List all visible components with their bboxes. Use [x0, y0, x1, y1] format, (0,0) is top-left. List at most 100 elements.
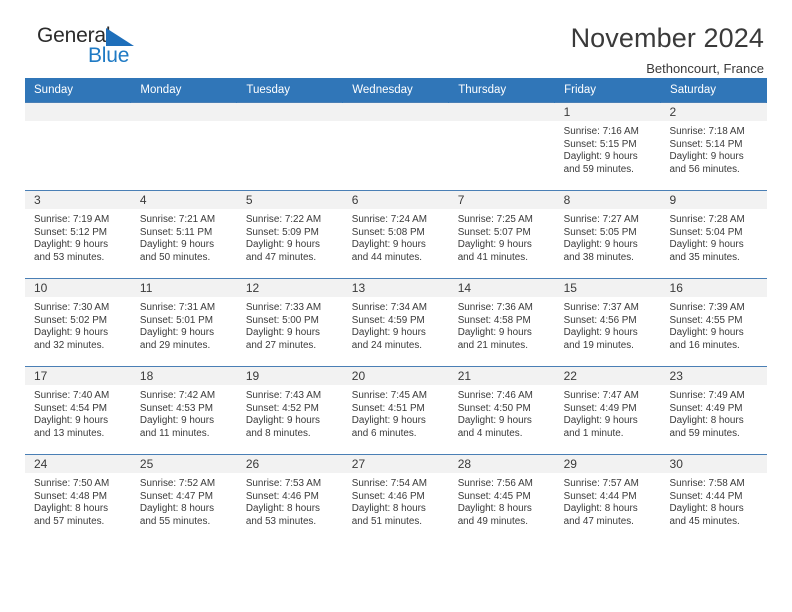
day-number: 16 — [660, 279, 767, 297]
day-number: 18 — [130, 367, 237, 385]
calendar-day-cell[interactable]: 6 Sunrise: 7:24 AM Sunset: 5:08 PM Daylight… — [342, 190, 449, 279]
calendar-day-cell[interactable]: 19 Sunrise: 7:43 AM Sunset: 4:52 PM Dayligh… — [236, 366, 343, 455]
day-cell-content — [236, 103, 343, 190]
calendar-day-cell[interactable]: 30 Sunrise: 7:58 AM Sunset: 4:44 PM Dayligh… — [660, 454, 767, 543]
day-sun-info: Sunrise: 7:28 AM Sunset: 5:04 PM Daylight:… — [661, 209, 767, 264]
calendar-day-cell[interactable]: 8 Sunrise: 7:27 AM Sunset: 5:05 PM Daylight… — [554, 190, 661, 279]
day-cell-content: 28 Sunrise: 7:56 AM Sunset: 4:45 PM Dayligh… — [448, 455, 555, 543]
day-sun-info: Sunrise: 7:39 AM Sunset: 4:55 PM Daylight:… — [661, 297, 767, 352]
day-sun-info: Sunrise: 7:42 AM Sunset: 4:53 PM Daylight:… — [131, 385, 237, 440]
day-cell-content: 9 Sunrise: 7:28 AM Sunset: 5:04 PM Daylight… — [660, 191, 767, 278]
daylight-text-line1: Daylight: 9 hours — [245, 239, 320, 251]
calendar-day-cell[interactable]: 12 Sunrise: 7:33 AM Sunset: 5:00 PM Dayligh… — [236, 278, 343, 367]
calendar-day-cell[interactable]: 4 Sunrise: 7:21 AM Sunset: 5:11 PM Daylight… — [130, 190, 237, 279]
day-sun-info: Sunrise: 7:49 AM Sunset: 4:49 PM Daylight:… — [661, 385, 767, 440]
sunset-text: Sunset: 5:14 PM — [669, 138, 743, 150]
daylight-text-line2: and 6 minutes. — [351, 427, 417, 439]
calendar-day-cell[interactable]: 15 Sunrise: 7:37 AM Sunset: 4:56 PM Dayligh… — [554, 278, 661, 367]
sunrise-text: Sunrise: 7:33 AM — [245, 302, 322, 313]
day-cell-content: 5 Sunrise: 7:22 AM Sunset: 5:09 PM Daylight… — [236, 191, 343, 278]
sunrise-text: Sunrise: 7:58 AM — [669, 478, 745, 489]
sunrise-text: Sunrise: 7:40 AM — [34, 390, 110, 401]
calendar-day-cell[interactable]: 23 Sunrise: 7:49 AM Sunset: 4:49 PM Dayligh… — [660, 366, 767, 455]
calendar-week-row: 10 Sunrise: 7:30 AM Sunset: 5:02 PM Dayligh… — [25, 278, 767, 367]
calendar-header-row: Sunday Monday Tuesday Wednesday Thursday… — [25, 78, 767, 103]
calendar-day-cell[interactable]: 24 Sunrise: 7:50 AM Sunset: 4:48 PM Dayligh… — [25, 454, 131, 543]
sunrise-text: Sunrise: 7:50 AM — [34, 478, 110, 489]
sunrise-text: Sunrise: 7:27 AM — [563, 214, 639, 225]
day-cell-content: 14 Sunrise: 7:36 AM Sunset: 4:58 PM Dayligh… — [448, 279, 555, 366]
sunrise-text: Sunrise: 7:54 AM — [351, 478, 427, 489]
day-sun-info: Sunrise: 7:36 AM Sunset: 4:58 PM Daylight:… — [449, 297, 555, 352]
sunset-text: Sunset: 5:12 PM — [34, 226, 108, 238]
sunset-text: Sunset: 4:51 PM — [351, 402, 425, 414]
calendar-day-cell[interactable]: 11 Sunrise: 7:31 AM Sunset: 5:01 PM Dayligh… — [130, 278, 237, 367]
day-cell-content: 6 Sunrise: 7:24 AM Sunset: 5:08 PM Daylight… — [342, 191, 449, 278]
calendar-day-cell[interactable]: 21 Sunrise: 7:46 AM Sunset: 4:50 PM Dayligh… — [448, 366, 555, 455]
calendar-day-cell[interactable]: 13 Sunrise: 7:34 AM Sunset: 4:59 PM Dayligh… — [342, 278, 449, 367]
day-sun-info: Sunrise: 7:53 AM Sunset: 4:46 PM Daylight:… — [237, 473, 343, 528]
daylight-text-line1: Daylight: 9 hours — [457, 239, 532, 251]
calendar-day-cell[interactable]: 25 Sunrise: 7:52 AM Sunset: 4:47 PM Dayligh… — [130, 454, 237, 543]
day-number: 4 — [130, 191, 237, 209]
calendar-day-cell[interactable]: 9 Sunrise: 7:28 AM Sunset: 5:04 PM Daylight… — [660, 190, 767, 279]
sunset-text: Sunset: 4:56 PM — [563, 314, 637, 326]
weekday-header-friday: Friday — [554, 78, 662, 103]
daylight-text-line1: Daylight: 9 hours — [351, 239, 426, 251]
calendar-day-cell[interactable]: 29 Sunrise: 7:57 AM Sunset: 4:44 PM Dayligh… — [554, 454, 661, 543]
day-sun-info: Sunrise: 7:56 AM Sunset: 4:45 PM Daylight:… — [449, 473, 555, 528]
daylight-text-line1: Daylight: 9 hours — [457, 415, 532, 427]
day-cell-content — [25, 103, 131, 190]
day-number: 29 — [554, 455, 661, 473]
calendar-day-cell[interactable]: 28 Sunrise: 7:56 AM Sunset: 4:45 PM Dayligh… — [448, 454, 555, 543]
calendar-day-cell[interactable]: 18 Sunrise: 7:42 AM Sunset: 4:53 PM Dayligh… — [130, 366, 237, 455]
calendar-cell-empty — [236, 102, 343, 191]
calendar-day-cell[interactable]: 26 Sunrise: 7:53 AM Sunset: 4:46 PM Dayligh… — [236, 454, 343, 543]
day-cell-content: 8 Sunrise: 7:27 AM Sunset: 5:05 PM Daylight… — [554, 191, 661, 278]
day-number: 23 — [660, 367, 767, 385]
day-cell-content: 2 Sunrise: 7:18 AM Sunset: 5:14 PM Daylight… — [660, 103, 767, 190]
sunset-text: Sunset: 4:46 PM — [351, 490, 425, 502]
daylight-text-line1: Daylight: 9 hours — [563, 239, 638, 251]
day-number: 24 — [25, 455, 131, 473]
sunrise-text: Sunrise: 7:56 AM — [457, 478, 533, 489]
calendar-day-cell[interactable]: 14 Sunrise: 7:36 AM Sunset: 4:58 PM Dayligh… — [448, 278, 555, 367]
day-cell-content: 22 Sunrise: 7:47 AM Sunset: 4:49 PM Dayligh… — [554, 367, 661, 454]
calendar-day-cell[interactable]: 27 Sunrise: 7:54 AM Sunset: 4:46 PM Dayligh… — [342, 454, 449, 543]
sunrise-text: Sunrise: 7:37 AM — [563, 302, 639, 313]
sunset-text: Sunset: 4:45 PM — [457, 490, 531, 502]
sunrise-text: Sunrise: 7:30 AM — [34, 302, 110, 313]
general-blue-logo[interactable]: General Blue — [25, 24, 145, 76]
calendar-day-cell[interactable]: 3 Sunrise: 7:19 AM Sunset: 5:12 PM Daylight… — [25, 190, 131, 279]
day-number: 28 — [448, 455, 555, 473]
daylight-text-line2: and 27 minutes. — [245, 339, 317, 351]
day-sun-info: Sunrise: 7:30 AM Sunset: 5:02 PM Daylight:… — [25, 297, 131, 352]
day-cell-content: 19 Sunrise: 7:43 AM Sunset: 4:52 PM Dayligh… — [236, 367, 343, 454]
day-cell-content: 12 Sunrise: 7:33 AM Sunset: 5:00 PM Dayligh… — [236, 279, 343, 366]
day-cell-content: 29 Sunrise: 7:57 AM Sunset: 4:44 PM Dayligh… — [554, 455, 661, 543]
calendar-day-cell[interactable]: 20 Sunrise: 7:45 AM Sunset: 4:51 PM Dayligh… — [342, 366, 449, 455]
day-sun-info: Sunrise: 7:22 AM Sunset: 5:09 PM Daylight:… — [237, 209, 343, 264]
sunrise-text: Sunrise: 7:42 AM — [139, 390, 216, 401]
sunset-text: Sunset: 4:46 PM — [245, 490, 319, 502]
sunset-text: Sunset: 4:48 PM — [34, 490, 108, 502]
sunrise-text: Sunrise: 7:46 AM — [457, 390, 533, 401]
calendar-day-cell[interactable]: 22 Sunrise: 7:47 AM Sunset: 4:49 PM Dayligh… — [554, 366, 661, 455]
calendar-day-cell[interactable]: 7 Sunrise: 7:25 AM Sunset: 5:07 PM Daylight… — [448, 190, 555, 279]
calendar-table: Sunday Monday Tuesday Wednesday Thursday… — [25, 78, 767, 543]
calendar-day-cell[interactable]: 10 Sunrise: 7:30 AM Sunset: 5:02 PM Dayligh… — [25, 278, 131, 367]
day-sun-info: Sunrise: 7:16 AM Sunset: 5:15 PM Daylight:… — [555, 121, 661, 176]
sunrise-text: Sunrise: 7:36 AM — [457, 302, 533, 313]
day-cell-content: 23 Sunrise: 7:49 AM Sunset: 4:49 PM Dayligh… — [660, 367, 767, 454]
page-header: General Blue November 2024 Bethoncourt, … — [25, 0, 767, 78]
daylight-text-line1: Daylight: 9 hours — [351, 327, 426, 339]
day-cell-content: 11 Sunrise: 7:31 AM Sunset: 5:01 PM Dayligh… — [130, 279, 237, 366]
calendar-day-cell[interactable]: 5 Sunrise: 7:22 AM Sunset: 5:09 PM Daylight… — [236, 190, 343, 279]
calendar-day-cell[interactable]: 17 Sunrise: 7:40 AM Sunset: 4:54 PM Dayligh… — [25, 366, 131, 455]
calendar-day-cell[interactable]: 16 Sunrise: 7:39 AM Sunset: 4:55 PM Dayligh… — [660, 278, 767, 367]
calendar-day-cell[interactable]: 1 Sunrise: 7:16 AM Sunset: 5:15 PM Daylight… — [554, 102, 661, 191]
day-number: 20 — [342, 367, 449, 385]
calendar-day-cell[interactable]: 2 Sunrise: 7:18 AM Sunset: 5:14 PM Daylight… — [660, 102, 767, 191]
day-number: 21 — [448, 367, 555, 385]
sunrise-text: Sunrise: 7:19 AM — [34, 214, 110, 225]
